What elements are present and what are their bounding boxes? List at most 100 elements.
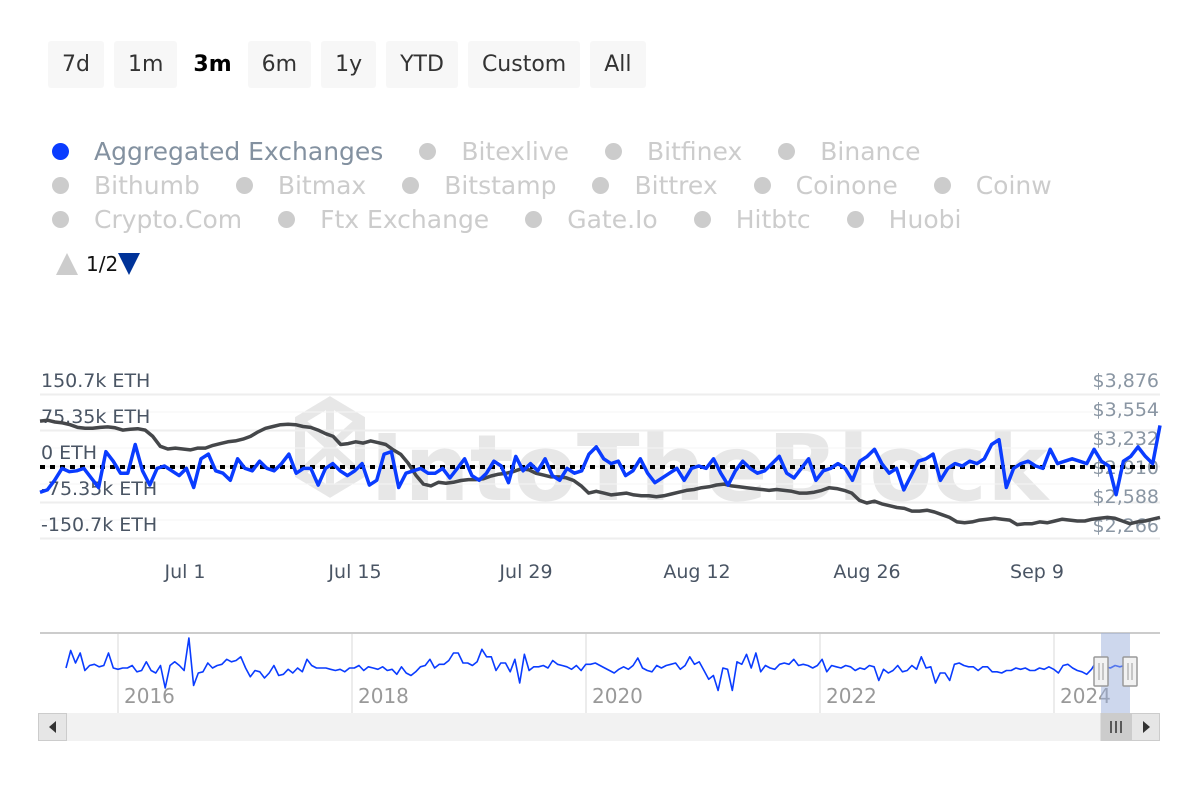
legend-next-page-icon[interactable] bbox=[118, 253, 141, 275]
main-chart: IntoTheBlock 150.7k ETH 75.35k ETH 0 ETH -7… bbox=[38, 370, 1162, 741]
right-axis-tick-label: $3,554 bbox=[1093, 399, 1159, 421]
legend-item-label: Ftx Exchange bbox=[320, 204, 490, 234]
left-axis-tick-label: 150.7k ETH bbox=[41, 370, 150, 392]
legend-dot-icon bbox=[592, 176, 610, 194]
netflow-series-line[interactable] bbox=[39, 425, 1162, 497]
legend-item-bitmax[interactable]: Bitmax bbox=[235, 170, 367, 200]
legend-item-label: Huobi bbox=[888, 204, 962, 234]
legend-item-label: Coinone bbox=[795, 170, 898, 200]
legend-dot-icon bbox=[846, 210, 864, 228]
navigator-x-axis: 2016 2018 2020 2022 2024 bbox=[117, 634, 1111, 713]
navigator-tick-label: 2018 bbox=[358, 684, 409, 708]
legend-page-label: 1/2 bbox=[86, 252, 119, 276]
right-axis-tick-label: $2,266 bbox=[1093, 515, 1159, 537]
legend-dot-icon bbox=[933, 176, 951, 194]
scroll-right-button[interactable] bbox=[1131, 713, 1160, 741]
range-button-1m[interactable]: 1m bbox=[113, 41, 178, 88]
legend-item-coinone[interactable]: Coinone bbox=[753, 170, 898, 200]
x-axis-tick-label: Jul 1 bbox=[163, 561, 205, 583]
legend-pager: 1/2 bbox=[56, 252, 141, 276]
legend-item-binance[interactable]: Binance bbox=[778, 137, 921, 166]
left-axis-tick-label: -150.7k ETH bbox=[41, 514, 157, 536]
legend-row: Aggregated Exchanges Bitexlive Bitfinex Bin… bbox=[52, 134, 1162, 168]
legend-item-label: Bitmax bbox=[277, 170, 367, 200]
left-axis-tick-label: 0 ETH bbox=[41, 442, 97, 464]
navigator-tick-label: 2022 bbox=[826, 684, 877, 708]
legend-item-label: Aggregated Exchanges bbox=[94, 136, 384, 166]
legend-item-label: Bitstamp bbox=[444, 170, 557, 200]
legend-item-aggregated-exchanges[interactable]: Aggregated Exchanges bbox=[52, 137, 383, 166]
range-button-1y[interactable]: 1y bbox=[321, 41, 377, 88]
range-button-ytd[interactable]: YTD bbox=[386, 41, 458, 88]
watermark-text: IntoTheBlock bbox=[370, 415, 1050, 522]
navigator-tick-label: 2024 bbox=[1060, 684, 1111, 708]
navigator[interactable]: 2016 2018 2020 2022 2024 bbox=[40, 632, 1160, 713]
legend-item-hitbtc[interactable]: Hitbtc bbox=[693, 204, 811, 234]
x-axis-tick-label: Aug 12 bbox=[663, 561, 730, 583]
legend-item-gate-io[interactable]: Gate.Io bbox=[525, 205, 658, 234]
caret-left-icon bbox=[49, 721, 56, 733]
legend-dot-icon bbox=[278, 210, 296, 228]
left-axis-tick-label: 75.35k ETH bbox=[41, 406, 150, 428]
scrollbar-thumb[interactable] bbox=[1100, 713, 1132, 741]
legend-item-label: Bithumb bbox=[94, 170, 200, 200]
navigator-series-line bbox=[65, 637, 1135, 692]
legend-item-label: Bittrex bbox=[634, 170, 718, 200]
range-button-3m[interactable]: 3m bbox=[187, 41, 237, 88]
legend-row: Crypto.Com Ftx Exchange Gate.Io Hitbtc Huobi bbox=[52, 202, 1162, 236]
right-axis-tick-label: $2,910 bbox=[1093, 457, 1159, 479]
legend-item-bithumb[interactable]: Bithumb bbox=[52, 171, 200, 200]
legend-item-bitstamp[interactable]: Bitstamp bbox=[402, 171, 556, 200]
range-button-custom[interactable]: Custom bbox=[467, 41, 581, 88]
legend-item-label: Bitexlive bbox=[461, 136, 570, 166]
right-axis-tick-label: $3,876 bbox=[1093, 370, 1159, 392]
legend: Aggregated Exchanges Bitexlive Bitfinex Bin… bbox=[52, 134, 1162, 236]
legend-item-bittrex[interactable]: Bittrex bbox=[592, 170, 718, 200]
right-axis-tick-label: $2,588 bbox=[1093, 486, 1159, 508]
x-axis-tick-label: Jul 15 bbox=[327, 561, 381, 583]
legend-item-huobi[interactable]: Huobi bbox=[846, 204, 962, 234]
legend-dot-icon bbox=[753, 176, 771, 194]
legend-item-label: Bitfinex bbox=[647, 136, 743, 166]
left-axis: 150.7k ETH 75.35k ETH 0 ETH -75.35k ETH -150… bbox=[41, 370, 157, 536]
legend-item-label: Crypto.Com bbox=[94, 204, 243, 234]
x-axis: Jul 1 Jul 15 Jul 29 Aug 12 Aug 26 Sep 9 bbox=[163, 561, 1064, 583]
navigator-tick-label: 2020 bbox=[592, 684, 643, 708]
legend-item-crypto-com[interactable]: Crypto.Com bbox=[52, 205, 242, 234]
navigator-selection[interactable] bbox=[1101, 633, 1130, 713]
legend-item-label: Gate.Io bbox=[567, 204, 658, 234]
navigator-left-handle[interactable] bbox=[1093, 656, 1109, 687]
legend-dot-icon bbox=[693, 210, 711, 228]
legend-item-label: Coinw bbox=[975, 170, 1052, 200]
grid-lines bbox=[40, 393, 1160, 540]
legend-dot-icon bbox=[52, 176, 69, 194]
range-button-6m[interactable]: 6m bbox=[247, 41, 312, 88]
legend-dot-icon bbox=[525, 210, 543, 228]
legend-item-coinw[interactable]: Coinw bbox=[933, 170, 1052, 200]
legend-dot-icon bbox=[52, 210, 69, 228]
x-axis-tick-label: Aug 26 bbox=[833, 561, 900, 583]
scrollbar-track[interactable] bbox=[38, 713, 1160, 741]
scroll-left-button[interactable] bbox=[38, 713, 67, 741]
navigator-tick-label: 2016 bbox=[124, 684, 175, 708]
range-button-7d[interactable]: 7d bbox=[48, 41, 104, 88]
legend-dot-icon bbox=[235, 176, 253, 194]
watermark: IntoTheBlock bbox=[295, 396, 1050, 522]
legend-item-bitexlive[interactable]: Bitexlive bbox=[419, 137, 569, 166]
range-selector: 7d 1m 3m 6m 1y YTD Custom All bbox=[48, 41, 646, 88]
left-axis-tick-label: -75.35k ETH bbox=[41, 478, 157, 500]
legend-item-label: Hitbtc bbox=[735, 204, 811, 234]
x-axis-tick-label: Sep 9 bbox=[1010, 561, 1064, 583]
legend-prev-page-icon[interactable] bbox=[56, 253, 78, 275]
price-series-line[interactable] bbox=[39, 418, 1161, 527]
legend-dot-icon bbox=[778, 142, 796, 160]
legend-item-bitfinex[interactable]: Bitfinex bbox=[605, 137, 742, 166]
legend-dot-icon bbox=[52, 142, 69, 160]
scrollbar[interactable] bbox=[38, 713, 1160, 741]
legend-item-ftx-exchange[interactable]: Ftx Exchange bbox=[278, 205, 489, 234]
watermark-logo-icon bbox=[295, 396, 365, 498]
navigator-right-handle[interactable] bbox=[1122, 656, 1138, 687]
x-axis-tick-label: Jul 29 bbox=[498, 561, 552, 583]
range-button-all[interactable]: All bbox=[590, 41, 646, 88]
legend-row: Bithumb Bitmax Bitstamp Bittrex Coinone Coinw bbox=[52, 168, 1162, 202]
